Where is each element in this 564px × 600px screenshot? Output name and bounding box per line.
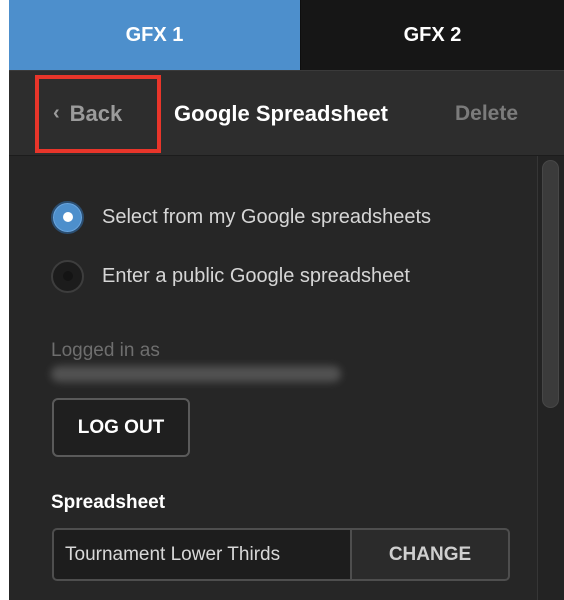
redacted-email: [51, 366, 341, 382]
radio-option-label: Select from my Google spreadsheets: [102, 205, 432, 228]
chevron-left-icon: ‹: [53, 101, 60, 124]
radio-option-label: Enter a public Google spreadsheet: [102, 264, 410, 287]
tab-gfx-2[interactable]: GFX 2: [300, 0, 564, 70]
radio-button-unselected[interactable]: [51, 259, 84, 293]
logout-button[interactable]: LOG OUT: [52, 398, 190, 457]
change-spreadsheet-button[interactable]: CHANGE: [352, 528, 510, 581]
graphics-panel: GFX 1 GFX 2 ‹ Back Google Spreadsheet De…: [9, 0, 564, 600]
panel-header: ‹ Back Google Spreadsheet Delete: [9, 70, 564, 156]
delete-button[interactable]: Delete: [455, 71, 518, 157]
scrollbar-thumb[interactable]: [542, 160, 559, 408]
radio-option-my-spreadsheets[interactable]: Select from my Google spreadsheets: [51, 199, 431, 235]
back-button[interactable]: ‹ Back: [35, 75, 161, 153]
tab-gfx-1[interactable]: GFX 1: [9, 0, 300, 70]
logged-in-label: Logged in as: [51, 340, 160, 361]
radio-button-selected[interactable]: [51, 200, 84, 234]
back-button-label: Back: [69, 101, 123, 126]
spreadsheet-section-label: Spreadsheet: [51, 492, 166, 513]
radio-option-public-spreadsheet[interactable]: Enter a public Google spreadsheet: [51, 258, 410, 294]
page-title: Google Spreadsheet: [174, 101, 388, 126]
gfx-tabs: GFX 1 GFX 2: [9, 0, 564, 70]
spreadsheet-name-field: Tournament Lower Thirds: [52, 528, 352, 581]
